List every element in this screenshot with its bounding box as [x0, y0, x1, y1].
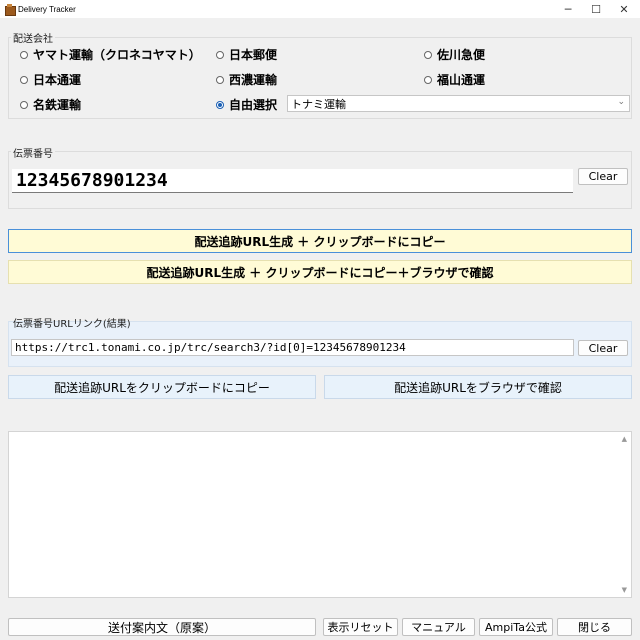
free-select-dropdown[interactable]: トナミ運輸 ⌄ [287, 95, 630, 112]
radio-indicator [20, 100, 28, 109]
dropdown-value: トナミ運輸 [291, 97, 346, 111]
browse-url-button[interactable]: 配送追跡URLをブラウザで確認 [324, 375, 632, 399]
manual-button[interactable]: マニュアル [402, 618, 475, 636]
radio-indicator [20, 75, 28, 84]
radio-indicator [424, 75, 432, 84]
minimize-button[interactable]: ─ [554, 0, 582, 18]
result-group-label: 伝票番号URLリンク(結果) [13, 319, 131, 330]
guide-text-button[interactable]: 送付案内文（原案） [8, 618, 316, 636]
copy-url-button[interactable]: 配送追跡URLをクリップボードにコピー [8, 375, 316, 399]
radio-label: 福山通運 [437, 73, 486, 87]
radio-label: 自由選択 [229, 98, 278, 112]
tracking-clear-button[interactable]: Clear [578, 168, 628, 185]
radio-yamato[interactable]: ヤマト運輸（クロネコヤマト） [20, 46, 201, 63]
scroll-up-icon[interactable]: ▲ [622, 435, 627, 443]
radio-indicator [216, 100, 224, 109]
radio-indicator [424, 50, 432, 59]
maximize-button[interactable]: ☐ [582, 0, 610, 18]
radio-meitetsu[interactable]: 名鉄運輸 [20, 96, 81, 113]
title-bar: Delivery Tracker ─ ☐ ✕ [0, 0, 640, 18]
radio-indicator [216, 50, 224, 59]
tracking-group-label: 伝票番号 [11, 145, 55, 160]
tracking-number-input[interactable]: 12345678901234 [12, 169, 573, 193]
generate-copy-browse-button[interactable]: 配送追跡URL生成 ＋ クリップボードにコピー＋ブラウザで確認 [8, 260, 632, 284]
radio-sagawa[interactable]: 佐川急便 [424, 46, 485, 63]
result-url-field[interactable]: https://trc1.tonami.co.jp/trc/search3/?i… [11, 339, 574, 356]
radio-nittsu[interactable]: 日本通運 [20, 71, 81, 88]
radio-fukuyama[interactable]: 福山通運 [424, 71, 485, 88]
radio-label: ヤマト運輸（クロネコヤマト） [33, 48, 201, 62]
radio-label: 西濃運輸 [229, 73, 278, 87]
window-title: Delivery Tracker [18, 4, 76, 14]
chevron-down-icon: ⌄ [617, 97, 625, 107]
generate-copy-button[interactable]: 配送追跡URL生成 ＋ クリップボードにコピー [8, 229, 632, 253]
radio-label: 日本郵便 [229, 48, 278, 62]
package-icon [5, 4, 16, 16]
radio-free-select[interactable]: 自由選択 [216, 96, 277, 113]
carrier-group-label: 配送会社 [11, 30, 55, 45]
close-button[interactable]: 閉じる [557, 618, 632, 636]
radio-seino[interactable]: 西濃運輸 [216, 71, 277, 88]
reset-display-button[interactable]: 表示リセット [323, 618, 398, 636]
radio-indicator [216, 75, 224, 84]
radio-label: 佐川急便 [437, 48, 486, 62]
radio-indicator [20, 50, 28, 59]
scroll-down-icon[interactable]: ▼ [622, 586, 627, 594]
radio-label: 名鉄運輸 [33, 98, 82, 112]
result-clear-button[interactable]: Clear [578, 340, 628, 356]
official-site-button[interactable]: AmpiTa公式 [479, 618, 553, 636]
radio-label: 日本通運 [33, 73, 82, 87]
message-textarea[interactable]: ▲ ▼ [8, 431, 632, 598]
close-window-button[interactable]: ✕ [610, 0, 638, 18]
radio-japan-post[interactable]: 日本郵便 [216, 46, 277, 63]
